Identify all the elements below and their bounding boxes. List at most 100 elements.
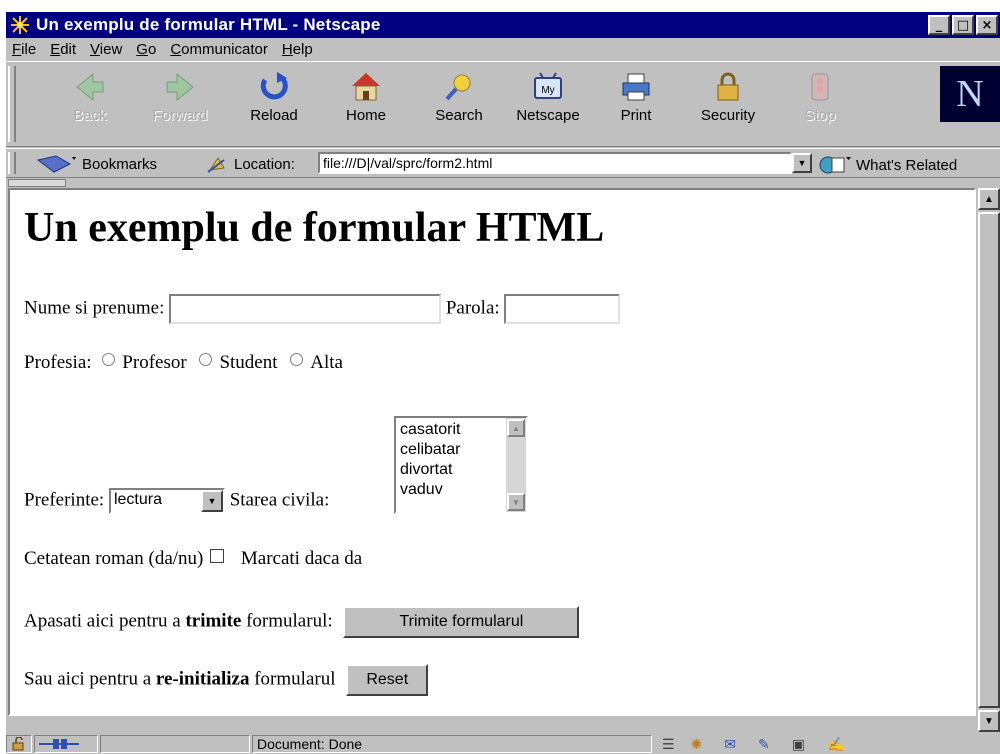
plug-icon: [39, 739, 79, 749]
bookmarks-icon: [36, 155, 76, 173]
stop-button[interactable]: Stop: [780, 68, 860, 142]
search-icon: [445, 74, 471, 101]
reload-icon: [260, 72, 288, 100]
page-scrollbar[interactable]: ▲ ▼: [978, 188, 1000, 734]
mail-component-icon[interactable]: ✉: [724, 736, 736, 753]
stop-icon: [811, 73, 829, 101]
chevron-down-icon: ▼: [797, 158, 807, 168]
netscape-logo[interactable]: N: [940, 66, 1000, 122]
submit-text-prefix: Apasati aici pentru a: [24, 610, 186, 632]
search-button[interactable]: Search: [419, 68, 499, 142]
reset-button[interactable]: Reset: [346, 664, 429, 696]
print-button[interactable]: Print: [596, 68, 676, 142]
chevron-down-icon[interactable]: ▼: [200, 490, 223, 512]
navigation-toolbar: Back Forward Reload Home Search My Netsc…: [6, 61, 1000, 147]
title-bar: Un exemplu de formular HTML - Netscape _…: [6, 12, 1000, 38]
civil-status-label: Starea civila:: [229, 489, 330, 511]
menu-file[interactable]: File: [12, 41, 36, 58]
radio-student[interactable]: [199, 353, 213, 366]
citizen-checkbox[interactable]: [210, 549, 225, 563]
close-button[interactable]: ×: [976, 15, 998, 35]
security-button[interactable]: Security: [688, 68, 768, 142]
list-item[interactable]: divortat: [400, 460, 502, 480]
security-lock-icon[interactable]: [6, 735, 32, 753]
radio-profesor[interactable]: [102, 353, 116, 366]
name-label: Nume si prenume:: [24, 297, 165, 319]
navigator-component-icon[interactable]: ✺: [691, 736, 703, 753]
reset-text-bold: re-initializa: [155, 668, 250, 690]
newsgroup-component-icon[interactable]: ▣: [792, 736, 805, 753]
location-url-input[interactable]: file:///D|/val/sprc/form2.html: [318, 152, 792, 174]
preferences-select-value: lectura: [113, 491, 162, 508]
back-arrow-icon: [76, 72, 104, 102]
reset-row: Sau aici pentru a re-initializa formular…: [24, 664, 429, 696]
submit-button[interactable]: Trimite formularul: [343, 606, 580, 638]
minimize-button[interactable]: _: [928, 15, 950, 35]
menu-view[interactable]: View: [90, 41, 122, 58]
page-content: Un exemplu de formular HTML Nume si pren…: [8, 188, 976, 716]
preferences-row: Preferinte: lectura ▼ Starea civila:: [24, 488, 329, 514]
radio-profesor-label: Profesor: [122, 352, 187, 373]
my-netscape-button[interactable]: My Netscape: [508, 68, 588, 142]
menu-go[interactable]: Go: [136, 41, 156, 58]
list-item[interactable]: casatorit: [400, 420, 502, 440]
radio-student-label: Student: [219, 352, 278, 373]
list-item[interactable]: vaduv: [400, 480, 502, 500]
address-book-component-icon[interactable]: ✍: [827, 736, 844, 753]
citizen-hint: Marcati daca da: [240, 548, 363, 569]
profession-row: Profesia: Profesor Student Alta: [24, 352, 343, 374]
reset-text-suffix: formularul: [249, 668, 336, 690]
online-connection-icon[interactable]: [34, 735, 98, 753]
scroll-down-arrow-icon[interactable]: ▼: [978, 710, 1000, 732]
svg-text:My: My: [541, 85, 554, 96]
menu-help[interactable]: Help: [282, 41, 313, 58]
location-grip-handle[interactable]: [8, 152, 16, 174]
civil-status-listbox[interactable]: casatorit celibatar divortat vaduv ▲ ▼: [394, 416, 528, 514]
composer-component-icon[interactable]: ✎: [758, 736, 770, 753]
component-grip-icon[interactable]: ☰: [662, 736, 675, 753]
profession-label: Profesia:: [24, 352, 92, 373]
location-toolbar: Bookmarks Location: file:///D|/val/sprc/…: [6, 148, 1000, 178]
menu-edit[interactable]: Edit: [50, 41, 76, 58]
forward-arrow-icon: [166, 72, 194, 102]
password-input[interactable]: [504, 294, 621, 324]
forward-button[interactable]: Forward: [140, 68, 220, 142]
status-bar: Document: Done ☰ ✺ ✉ ✎ ▣ ✍: [6, 734, 1000, 754]
preferences-select[interactable]: lectura ▼: [108, 488, 225, 514]
scrollbar-thumb[interactable]: [978, 212, 1000, 708]
location-dropdown-button[interactable]: ▼: [792, 153, 812, 173]
whats-related-button[interactable]: What's Related: [818, 154, 957, 176]
page-heading: Un exemplu de formular HTML: [24, 205, 605, 251]
collapsed-toolbar-tab: [6, 179, 1000, 187]
collapsed-toolbar-handle[interactable]: [8, 179, 66, 187]
progress-bar: [100, 735, 250, 753]
browser-window: Un exemplu de formular HTML - Netscape _…: [6, 12, 1000, 754]
submit-text-suffix: formularul:: [241, 610, 333, 632]
location-label: Location:: [206, 154, 295, 174]
window-title: Un exemplu de formular HTML - Netscape: [36, 15, 381, 34]
toolbar-grip-handle[interactable]: [8, 66, 16, 142]
submit-text-bold: trimite: [185, 610, 242, 632]
radio-alta-label: Alta: [310, 352, 343, 373]
reload-button[interactable]: Reload: [234, 68, 314, 142]
list-item[interactable]: celibatar: [400, 440, 502, 460]
padlock-open-icon: [12, 737, 24, 751]
name-input[interactable]: [169, 294, 442, 324]
back-button[interactable]: Back: [50, 68, 130, 142]
listbox-scrollbar[interactable]: ▲ ▼: [506, 418, 526, 512]
scroll-up-arrow-icon[interactable]: ▲: [507, 419, 525, 437]
reset-text-prefix: Sau aici pentru a: [24, 668, 156, 690]
bookmarks-button[interactable]: Bookmarks: [36, 154, 157, 174]
window-controls: _ □ ×: [928, 15, 1000, 35]
home-button[interactable]: Home: [326, 68, 406, 142]
maximize-button[interactable]: □: [952, 15, 974, 35]
whats-related-icon: [819, 156, 851, 174]
radio-alta[interactable]: [290, 353, 304, 366]
status-text: Document: Done: [252, 735, 652, 753]
my-netscape-icon: My: [534, 72, 562, 99]
civil-status-options: casatorit celibatar divortat vaduv: [396, 418, 506, 512]
netscape-app-icon: [11, 16, 29, 34]
scroll-down-arrow-icon[interactable]: ▼: [507, 493, 525, 511]
scroll-up-arrow-icon[interactable]: ▲: [978, 188, 1000, 210]
menu-communicator[interactable]: Communicator: [170, 41, 268, 58]
